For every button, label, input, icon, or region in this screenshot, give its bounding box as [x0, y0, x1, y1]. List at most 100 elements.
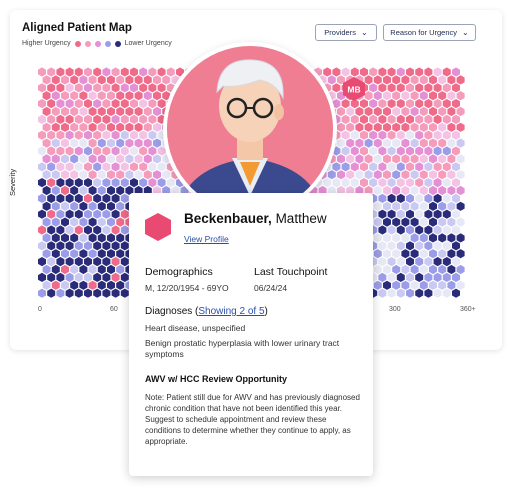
patient-hex-tile[interactable] — [111, 130, 120, 140]
patient-hex-tile[interactable] — [429, 264, 437, 275]
patient-hex-tile[interactable] — [442, 257, 451, 267]
patient-hex-tile[interactable] — [401, 264, 410, 275]
patient-hex-tile[interactable] — [47, 257, 56, 267]
patient-hex-tile[interactable] — [38, 288, 46, 298]
patient-hex-tile[interactable] — [429, 170, 437, 180]
patient-hex-tile[interactable] — [139, 83, 148, 93]
patient-hex-tile[interactable] — [456, 280, 465, 290]
patient-hex-tile[interactable] — [134, 138, 143, 148]
patient-hex-tile[interactable] — [61, 170, 69, 180]
patient-hex-tile[interactable] — [51, 154, 60, 164]
patient-hex-tile[interactable] — [387, 99, 396, 109]
patient-hex-tile[interactable] — [93, 83, 102, 93]
patient-hex-tile[interactable] — [337, 138, 345, 148]
patient-hex-tile[interactable] — [111, 99, 120, 109]
patient-hex-tile[interactable] — [406, 193, 414, 203]
patient-hex-tile[interactable] — [84, 114, 92, 124]
patient-hex-tile[interactable] — [51, 75, 60, 85]
patient-hex-tile[interactable] — [424, 225, 433, 235]
patient-hex-tile[interactable] — [88, 75, 97, 85]
patient-hex-tile[interactable] — [447, 264, 456, 275]
patient-hex-tile[interactable] — [42, 91, 51, 101]
patient-hex-tile[interactable] — [166, 178, 175, 188]
patient-hex-tile[interactable] — [47, 162, 56, 172]
patient-hex-tile[interactable] — [65, 146, 74, 156]
patient-hex-tile[interactable] — [456, 233, 465, 243]
patient-hex-tile[interactable] — [387, 83, 396, 93]
patient-hex-tile[interactable] — [134, 106, 143, 117]
patient-hex-tile[interactable] — [401, 154, 410, 164]
patient-hex-tile[interactable] — [410, 185, 419, 196]
patient-hex-tile[interactable] — [42, 201, 51, 211]
patient-hex-tile[interactable] — [456, 249, 465, 259]
patient-hex-tile[interactable] — [415, 114, 424, 124]
patient-hex-tile[interactable] — [74, 114, 83, 124]
patient-hex-tile[interactable] — [88, 217, 97, 227]
patient-hex-tile[interactable] — [65, 130, 74, 140]
patient-hex-tile[interactable] — [410, 280, 419, 290]
patient-hex-tile[interactable] — [51, 280, 60, 290]
patient-hex-tile[interactable] — [74, 83, 83, 93]
patient-hex-tile[interactable] — [401, 217, 410, 227]
patient-hex-tile[interactable] — [442, 162, 451, 172]
patient-hex-tile[interactable] — [134, 75, 143, 85]
patient-hex-tile[interactable] — [111, 162, 120, 172]
patient-hex-tile[interactable] — [93, 130, 102, 140]
patient-hex-tile[interactable] — [429, 75, 437, 85]
patient-hex-tile[interactable] — [442, 272, 451, 282]
patient-hex-tile[interactable] — [120, 146, 129, 156]
patient-hex-tile[interactable] — [70, 154, 79, 164]
patient-hex-tile[interactable] — [383, 122, 391, 132]
patient-hex-tile[interactable] — [373, 264, 382, 275]
patient-hex-tile[interactable] — [93, 99, 102, 109]
patient-hex-tile[interactable] — [61, 233, 69, 243]
patient-hex-tile[interactable] — [42, 233, 51, 243]
patient-hex-tile[interactable] — [102, 241, 111, 251]
patient-hex-tile[interactable] — [401, 170, 410, 180]
patient-hex-tile[interactable] — [143, 170, 152, 180]
patient-hex-tile[interactable] — [429, 185, 437, 196]
patient-hex-tile[interactable] — [396, 130, 405, 140]
patient-hex-tile[interactable] — [383, 106, 391, 117]
patient-hex-tile[interactable] — [406, 146, 414, 156]
patient-hex-tile[interactable] — [79, 75, 88, 85]
patient-hex-tile[interactable] — [424, 272, 433, 282]
patient-hex-tile[interactable] — [47, 225, 56, 235]
patient-hex-tile[interactable] — [88, 91, 97, 101]
patient-hex-tile[interactable] — [38, 257, 46, 267]
patient-hex-tile[interactable] — [157, 67, 166, 77]
patient-hex-tile[interactable] — [70, 233, 79, 243]
patient-hex-tile[interactable] — [162, 170, 171, 180]
patient-hex-tile[interactable] — [442, 193, 451, 203]
patient-hex-tile[interactable] — [47, 83, 56, 93]
patient-hex-tile[interactable] — [392, 170, 401, 180]
patient-hex-tile[interactable] — [373, 122, 382, 132]
patient-hex-tile[interactable] — [373, 185, 382, 196]
patient-hex-tile[interactable] — [120, 67, 129, 77]
patient-hex-tile[interactable] — [456, 75, 465, 85]
patient-hex-tile[interactable] — [116, 217, 125, 227]
patient-hex-tile[interactable] — [42, 185, 51, 196]
patient-hex-tile[interactable] — [143, 122, 152, 132]
patient-hex-tile[interactable] — [447, 170, 456, 180]
patient-hex-tile[interactable] — [410, 201, 419, 211]
patient-hex-tile[interactable] — [433, 83, 442, 93]
patient-hex-tile[interactable] — [410, 91, 419, 101]
patient-hex-tile[interactable] — [447, 233, 456, 243]
patient-hex-tile[interactable] — [392, 106, 401, 117]
patient-hex-tile[interactable] — [102, 99, 111, 109]
patient-hex-tile[interactable] — [419, 170, 428, 180]
patient-hex-tile[interactable] — [452, 99, 460, 109]
patient-hex-tile[interactable] — [415, 99, 424, 109]
patient-hex-tile[interactable] — [79, 249, 88, 259]
patient-hex-tile[interactable] — [70, 106, 79, 117]
patient-hex-tile[interactable] — [97, 106, 106, 117]
patient-hex-tile[interactable] — [65, 193, 74, 203]
patient-hex-tile[interactable] — [373, 233, 382, 243]
patient-hex-tile[interactable] — [148, 146, 157, 156]
patient-hex-tile[interactable] — [51, 249, 60, 259]
patient-hex-tile[interactable] — [111, 146, 120, 156]
patient-hex-tile[interactable] — [61, 106, 69, 117]
patient-hex-tile[interactable] — [70, 249, 79, 259]
patient-hex-tile[interactable] — [452, 130, 460, 140]
